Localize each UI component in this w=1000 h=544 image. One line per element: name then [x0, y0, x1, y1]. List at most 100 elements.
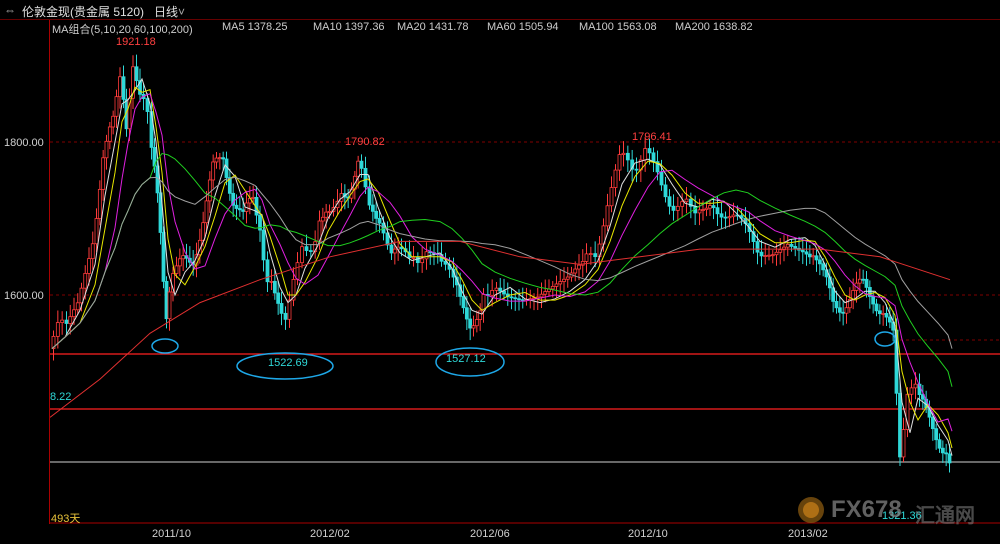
candle-body: [675, 205, 680, 211]
candle-body: [207, 179, 212, 202]
candle-body: [625, 152, 630, 161]
candle-body: [237, 208, 242, 211]
candle-body: [647, 148, 652, 154]
candle-body: [308, 250, 313, 252]
candle-body: [424, 251, 429, 260]
candle-body: [221, 157, 226, 160]
candle-body: [513, 297, 518, 300]
candle-body: [821, 263, 826, 271]
candle-body: [478, 310, 483, 320]
candle-body: [621, 152, 626, 156]
candle-body: [283, 312, 288, 320]
candle-body: [609, 187, 614, 207]
candle-body: [201, 222, 206, 241]
candle-body: [807, 253, 812, 258]
candle-body: [370, 204, 375, 212]
candle-body: [167, 291, 172, 320]
candle-body: [356, 160, 361, 177]
candle-body: [211, 161, 216, 181]
candle-body: [588, 253, 593, 255]
candle-body: [573, 268, 578, 274]
low-marker-1: [151, 338, 179, 354]
link-icon[interactable]: ⇔: [4, 3, 16, 17]
y-tick-1800: 1800.00: [4, 137, 44, 149]
candle-body: [723, 216, 728, 219]
period-select[interactable]: 日线˅: [154, 3, 185, 20]
candle-body: [327, 210, 332, 213]
candle-body: [778, 249, 783, 253]
candle-body: [651, 152, 656, 163]
period-label: 日线: [154, 5, 179, 19]
candle-body: [554, 283, 559, 287]
candle-body: [83, 273, 88, 289]
candle-body: [562, 278, 566, 282]
candle-body: [550, 286, 555, 290]
candle-body: [295, 262, 300, 280]
candle-body: [204, 200, 209, 224]
candle-body: [901, 429, 906, 458]
candle-body: [577, 264, 581, 270]
candle-body: [287, 299, 292, 320]
candle-body: [118, 76, 122, 98]
candle-body: [667, 196, 672, 207]
chevron-down-icon: ˅: [178, 5, 186, 19]
candle-body: [392, 248, 397, 254]
candle-body: [659, 171, 664, 186]
candle-body: [107, 126, 112, 142]
candle-body: [543, 291, 548, 295]
candle-body: [64, 319, 69, 324]
candle-body: [634, 168, 639, 171]
candle-body: [300, 246, 304, 264]
candle-body: [367, 186, 372, 206]
candle-body: [68, 316, 73, 324]
candle-body: [934, 428, 939, 441]
candle-body: [663, 184, 668, 198]
candle-body: [471, 325, 476, 329]
candle-body: [509, 296, 514, 299]
candle-body: [715, 207, 720, 215]
candle-body: [804, 251, 809, 255]
candle-body: [887, 316, 892, 323]
candle-body: [79, 287, 84, 304]
candle-body: [881, 312, 886, 315]
candle-body: [320, 216, 325, 222]
candle-body: [755, 241, 760, 253]
candle-body: [474, 319, 479, 327]
instrument-title[interactable]: 伦敦金现(贵金属 5120): [22, 3, 144, 20]
low-marker-4: [874, 331, 896, 347]
candle-body: [241, 209, 246, 212]
candle-body: [539, 293, 544, 298]
candle-body: [800, 249, 805, 253]
candle-body: [490, 290, 495, 296]
low-label-2: 1527.12: [446, 353, 486, 365]
candle-body: [90, 243, 95, 260]
x-tick-2013-02: 2013/02: [788, 528, 828, 540]
candle-body: [251, 196, 256, 199]
candle-body: [684, 198, 689, 203]
candle-body: [697, 209, 702, 214]
candle-body: [272, 280, 277, 294]
candle-body: [617, 154, 622, 171]
candle-body: [363, 167, 368, 188]
candle-body: [468, 318, 473, 329]
candle-body: [711, 205, 716, 209]
candle-body: [517, 298, 521, 301]
candle-body: [593, 253, 598, 258]
y-tick-1600: 1600.00: [4, 290, 44, 302]
candle-body: [265, 259, 270, 283]
candle-body: [671, 205, 676, 211]
candle-body: [520, 299, 525, 302]
candle-body: [913, 383, 918, 389]
x-tick-2012-02: 2012/02: [310, 528, 350, 540]
y-axis: 1800.00 1600.00: [0, 20, 50, 524]
candle-body: [770, 254, 775, 257]
price-chart[interactable]: [50, 20, 1000, 524]
candle-body: [535, 296, 540, 299]
candle-body: [94, 218, 99, 245]
candle-body: [701, 209, 705, 211]
candle-body: [871, 296, 876, 305]
candle-body: [767, 254, 771, 257]
candle-body: [87, 258, 91, 274]
left-price-value: 8.22: [50, 391, 72, 403]
candle-body: [940, 447, 945, 454]
